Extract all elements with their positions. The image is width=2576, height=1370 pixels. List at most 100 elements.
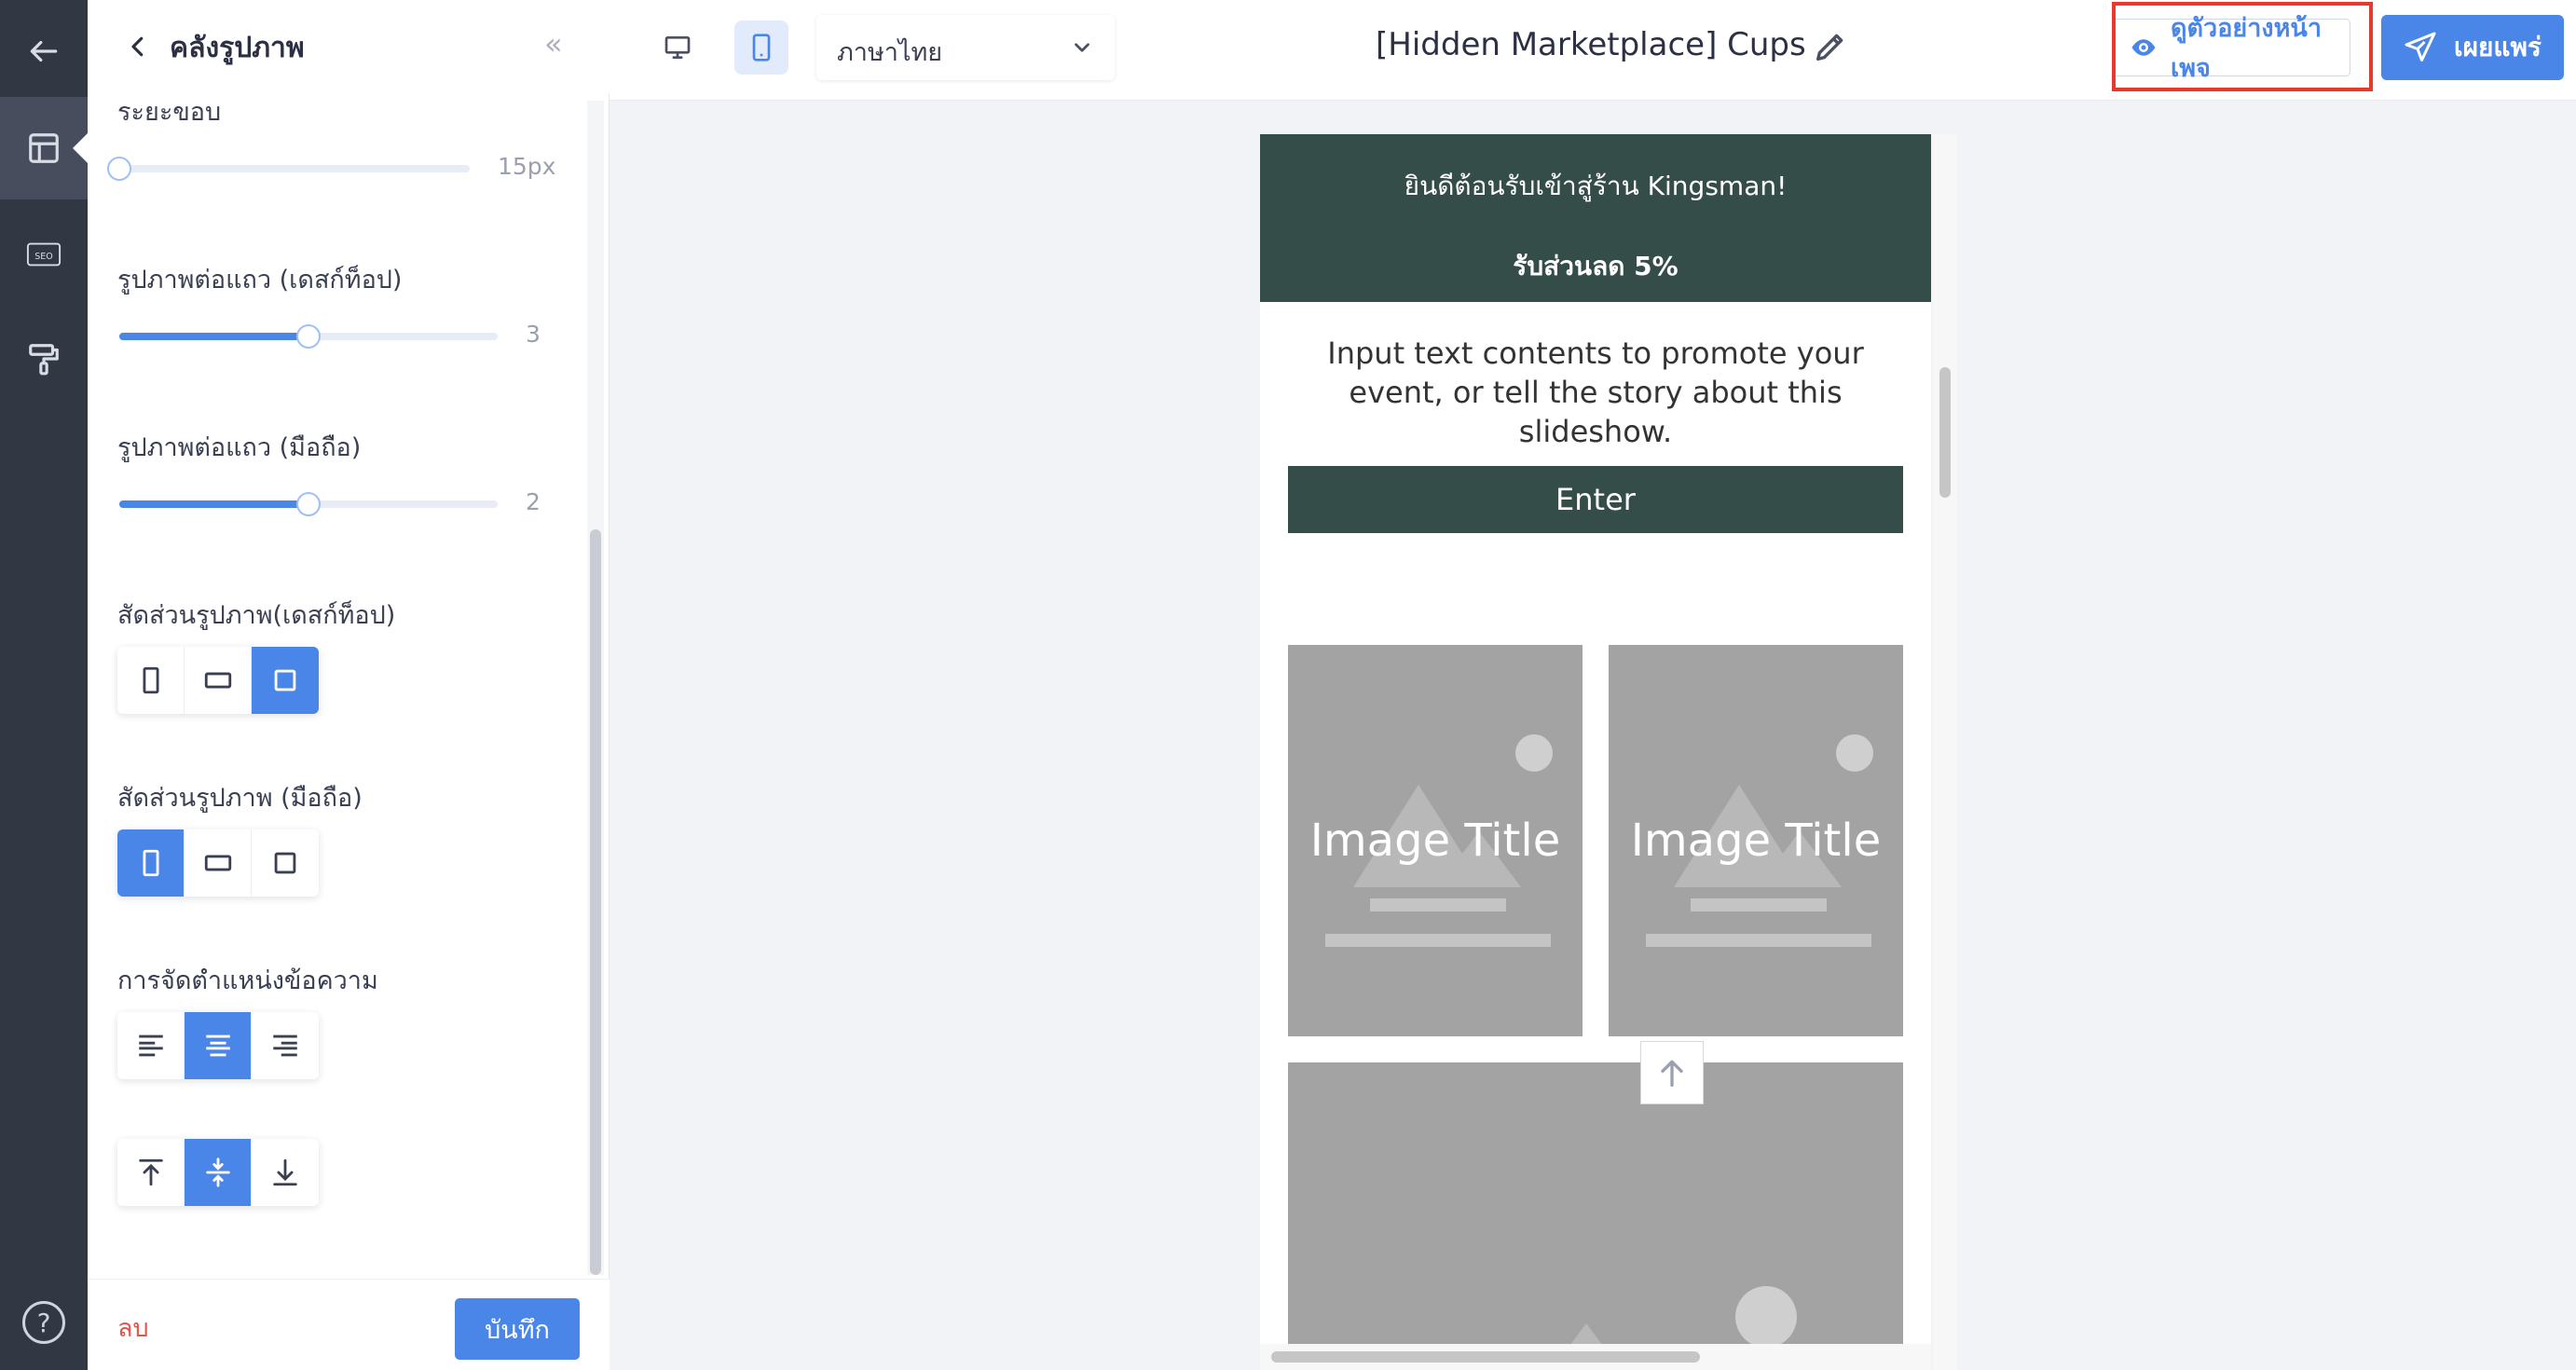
delete-button[interactable]: ลบ — [117, 1308, 149, 1348]
per-row-desktop-value: 3 — [526, 321, 541, 348]
ratio-landscape-button[interactable] — [185, 647, 252, 714]
seo-icon-text: SEO — [34, 252, 53, 262]
language-select[interactable]: ภาษาไทย — [816, 15, 1115, 80]
placeholder-line — [1646, 934, 1871, 947]
spacing-slider-thumb[interactable] — [107, 157, 131, 181]
image-placeholder-sun — [1735, 1286, 1797, 1348]
per-row-desktop-label: รูปภาพต่อแถว (เดสก์ท็อป) — [117, 266, 403, 295]
paint-roller-icon — [29, 344, 59, 376]
per-row-desktop-slider[interactable] — [119, 324, 498, 349]
per-row-desktop-thumb[interactable] — [296, 324, 321, 349]
align-right-icon — [273, 1034, 297, 1057]
preview-page-button[interactable]: ดูตัวอย่างหน้าเพจ — [2112, 14, 2350, 83]
mobile-preview: ยินดีต้อนรับเข้าสู่ร้าน Kingsman! รับส่ว… — [1260, 134, 1931, 1370]
align-center-button[interactable] — [185, 1012, 252, 1079]
align-top-button[interactable] — [117, 1139, 185, 1206]
rail-theme-button[interactable] — [0, 308, 88, 410]
desktop-icon — [665, 36, 691, 59]
eye-icon — [2131, 39, 2156, 56]
image-title: Image Title — [1309, 815, 1561, 867]
gallery-tile[interactable] — [1288, 1062, 1903, 1370]
collapse-panel-icon[interactable]: « — [544, 26, 563, 62]
desktop-view-button[interactable] — [651, 21, 705, 75]
per-row-mobile-slider[interactable] — [119, 492, 498, 516]
preview-horizontal-scrollbar-thumb[interactable] — [1271, 1351, 1700, 1363]
rail-seo-button[interactable]: SEO — [0, 203, 88, 306]
align-left-button[interactable] — [117, 1012, 185, 1079]
page-title: [Hidden Marketplace] Cups — [1376, 26, 1806, 63]
align-right-button[interactable] — [252, 1012, 319, 1079]
top-bar: ภาษาไทย [Hidden Marketplace] Cups ดูตัวอ… — [610, 0, 2576, 101]
ratio-square-button[interactable] — [252, 647, 319, 714]
back-icon — [30, 40, 58, 62]
ratio-mobile-square-button[interactable] — [252, 829, 319, 897]
align-middle-icon — [205, 1158, 230, 1187]
promo-text: Input text contents to promote your even… — [1327, 336, 1864, 449]
text-align-group — [117, 1012, 319, 1079]
chevron-left-icon — [131, 36, 144, 57]
page-builder: SEO ? คลังรูปภาพ « ระยะขอบ 15px รูปภาพต่… — [0, 0, 2576, 1370]
publish-label: เผยแพร่ — [2454, 32, 2542, 62]
gallery-tile[interactable]: Image Title — [1609, 645, 1903, 1036]
panel-back-button[interactable] — [119, 28, 157, 65]
landscape-ratio-icon — [204, 672, 231, 689]
announcement-banner: ยินดีต้อนรับเข้าสู่ร้าน Kingsman! รับส่ว… — [1260, 134, 1931, 302]
language-value: ภาษาไทย — [837, 38, 943, 67]
per-row-mobile-thumb[interactable] — [296, 492, 321, 516]
align-bottom-button[interactable] — [252, 1139, 319, 1206]
mobile-view-button[interactable] — [734, 21, 788, 75]
settings-panel: คลังรูปภาพ « ระยะขอบ 15px รูปภาพต่อแถว (… — [88, 0, 610, 1370]
panel-scrollbar[interactable] — [587, 101, 604, 1275]
seo-icon: SEO — [26, 242, 62, 267]
panel-scrollbar-thumb[interactable] — [590, 529, 601, 1275]
square-ratio-icon — [274, 852, 296, 874]
spacing-value: 15px — [498, 153, 556, 180]
portrait-ratio-icon — [143, 666, 158, 694]
panel-footer: ลบ บันทึก — [88, 1279, 610, 1370]
ratio-mobile-label: สัดส่วนรูปภาพ (มือถือ) — [117, 784, 363, 813]
ratio-mobile-group — [117, 829, 319, 897]
panel-header: คลังรูปภาพ « — [88, 0, 610, 93]
square-ratio-icon — [274, 669, 296, 692]
image-placeholder-sun — [1836, 734, 1873, 772]
preview-vertical-scrollbar-thumb[interactable] — [1939, 367, 1951, 498]
panel-title: คลังรูปภาพ — [170, 32, 305, 64]
align-center-icon — [205, 1034, 230, 1057]
save-button[interactable]: บันทึก — [455, 1298, 580, 1360]
spacing-slider[interactable] — [107, 157, 470, 181]
preview-horizontal-scrollbar[interactable] — [1260, 1344, 1931, 1370]
image-placeholder-sun — [1515, 734, 1553, 772]
spacing-label: ระยะขอบ — [117, 98, 222, 123]
banner-welcome-text: ยินดีต้อนรับเข้าสู่ร้าน Kingsman! — [1404, 171, 1788, 201]
preview-page-label: ดูตัวอย่างหน้าเพจ — [2170, 14, 2323, 83]
gallery-tile[interactable]: Image Title — [1288, 645, 1583, 1036]
align-middle-button[interactable] — [185, 1139, 252, 1206]
ratio-mobile-landscape-button[interactable] — [185, 829, 252, 897]
ratio-portrait-button[interactable] — [117, 647, 185, 714]
ratio-desktop-group — [117, 647, 319, 714]
publish-button[interactable]: เผยแพร่ — [2381, 15, 2564, 80]
help-icon[interactable]: ? — [22, 1301, 65, 1344]
layout-icon — [29, 133, 59, 163]
scroll-to-top-button[interactable] — [1640, 1041, 1704, 1104]
rail-layout-button[interactable] — [0, 97, 88, 199]
edit-pencil-icon[interactable] — [1812, 28, 1849, 65]
align-left-icon — [138, 1034, 163, 1057]
enter-button[interactable]: Enter — [1288, 466, 1903, 533]
per-row-mobile-label: รูปภาพต่อแถว (มือถือ) — [117, 433, 362, 462]
per-row-desktop-fill — [119, 333, 308, 340]
portrait-ratio-icon — [143, 849, 158, 877]
vertical-align-group — [117, 1139, 319, 1206]
back-button[interactable] — [0, 0, 88, 103]
per-row-mobile-value: 2 — [526, 488, 541, 515]
placeholder-line — [1370, 898, 1506, 911]
mobile-icon — [752, 34, 771, 62]
chevron-down-icon — [1075, 43, 1089, 52]
ratio-mobile-portrait-button[interactable] — [117, 829, 185, 897]
left-rail: SEO ? — [0, 0, 88, 1370]
arrow-up-icon — [1661, 1060, 1683, 1087]
align-bottom-icon — [273, 1158, 297, 1186]
preview-canvas: ยินดีต้อนรับเข้าสู่ร้าน Kingsman! รับส่ว… — [610, 101, 2576, 1370]
paper-plane-icon — [2405, 32, 2436, 62]
preview-vertical-scrollbar[interactable] — [1933, 134, 1957, 1370]
